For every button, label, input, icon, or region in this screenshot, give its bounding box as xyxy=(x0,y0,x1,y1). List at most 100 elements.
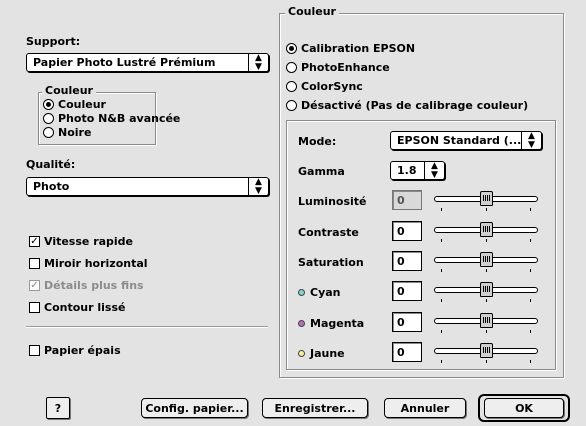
saturation-label: Saturation xyxy=(298,256,364,269)
support-value: Papier Photo Lustré Prémium xyxy=(33,56,216,69)
radio-couleur-label: Couleur xyxy=(58,98,106,111)
check-details-plus-fins: ✓ Détails plus fins xyxy=(29,279,144,292)
slider-tick xyxy=(486,299,487,302)
slider-tick xyxy=(441,269,442,272)
luminosite-label: Luminosité xyxy=(298,195,367,208)
slider-thumb[interactable] xyxy=(480,343,493,358)
radio-on-icon xyxy=(286,43,297,54)
up-down-arrow-icon: ▲ ▼ xyxy=(248,53,268,71)
qualite-popup[interactable]: Photo ▲ ▼ xyxy=(26,177,269,196)
luminosite-slider xyxy=(434,188,538,212)
qualite-label: Qualité: xyxy=(26,158,76,171)
radio-off-icon xyxy=(43,127,54,138)
jaune-label-row: Jaune xyxy=(298,347,345,360)
checkbox-empty-icon xyxy=(29,258,40,269)
radio-calibration-epson-label: Calibration EPSON xyxy=(301,42,416,55)
magenta-field[interactable]: 0 xyxy=(392,312,422,332)
slider-tick xyxy=(441,299,442,302)
config-papier-button[interactable]: Config. papier... xyxy=(141,398,248,418)
luminosite-field: 0 xyxy=(392,190,422,210)
slider-tick xyxy=(530,299,531,302)
radio-desactive[interactable]: Désactivé (Pas de calibrage couleur) xyxy=(286,99,528,112)
radio-photo-nb-label: Photo N&B avancée xyxy=(58,112,181,125)
magenta-dot-icon xyxy=(298,320,305,327)
mode-popup[interactable]: EPSON Standard (... ▲ ▼ xyxy=(390,131,542,150)
gamma-popup[interactable]: 1.8 ▲ ▼ xyxy=(390,161,445,180)
radio-photoenhance-label: PhotoEnhance xyxy=(301,61,390,74)
qualite-value: Photo xyxy=(33,180,70,193)
cyan-label: Cyan xyxy=(310,286,341,299)
slider-tick xyxy=(486,360,487,363)
radio-off-icon xyxy=(286,100,297,111)
check-details-plus-fins-label: Détails plus fins xyxy=(44,279,144,292)
radio-calibration-epson[interactable]: Calibration EPSON xyxy=(286,42,415,55)
saturation-field[interactable]: 0 xyxy=(392,251,422,271)
cyan-slider[interactable] xyxy=(434,279,538,303)
slider-tick xyxy=(441,360,442,363)
support-label: Support: xyxy=(26,35,81,48)
checkbox-empty-icon xyxy=(29,345,40,356)
check-papier-epais-label: Papier épais xyxy=(44,344,121,357)
slider-thumb[interactable] xyxy=(480,313,493,328)
check-miroir-horizontal-label: Miroir horizontal xyxy=(44,257,148,270)
magenta-label: Magenta xyxy=(310,317,365,330)
contraste-slider[interactable] xyxy=(434,219,538,243)
magenta-slider[interactable] xyxy=(434,310,538,334)
ok-button[interactable]: OK xyxy=(484,398,564,418)
contraste-label: Contraste xyxy=(298,226,359,239)
check-vitesse-rapide-label: Vitesse rapide xyxy=(44,235,134,248)
slider-tick xyxy=(530,269,531,272)
jaune-label: Jaune xyxy=(310,347,345,360)
saturation-slider[interactable] xyxy=(434,249,538,273)
slider-tick xyxy=(530,330,531,333)
support-popup[interactable]: Papier Photo Lustré Prémium ▲ ▼ xyxy=(26,53,269,72)
checkmark-icon: ✓ xyxy=(29,236,40,247)
radio-desactive-label: Désactivé (Pas de calibrage couleur) xyxy=(301,99,529,112)
jaune-slider[interactable] xyxy=(434,340,538,364)
color-group-title: Couleur xyxy=(285,5,339,18)
up-down-arrow-icon: ▲ ▼ xyxy=(248,177,268,195)
check-papier-epais[interactable]: Papier épais xyxy=(29,344,121,357)
jaune-field[interactable]: 0 xyxy=(392,342,422,362)
radio-couleur[interactable]: Couleur xyxy=(43,98,106,111)
radio-off-icon xyxy=(286,62,297,73)
radio-noire[interactable]: Noire xyxy=(43,126,91,139)
annuler-button[interactable]: Annuler xyxy=(384,398,466,418)
slider-thumb[interactable] xyxy=(480,282,493,297)
help-button[interactable]: ? xyxy=(46,397,70,419)
radio-colorsync[interactable]: ColorSync xyxy=(286,80,363,93)
radio-on-icon xyxy=(43,99,54,110)
slider-thumb[interactable] xyxy=(480,222,493,237)
slider-tick xyxy=(530,208,531,211)
magenta-label-row: Magenta xyxy=(298,317,364,330)
mode-label: Mode: xyxy=(298,135,337,148)
cyan-label-row: Cyan xyxy=(298,286,341,299)
gamma-value: 1.8 xyxy=(397,164,417,177)
cyan-field[interactable]: 0 xyxy=(392,281,422,301)
check-contour-lisse[interactable]: Contour lissé xyxy=(29,301,125,314)
slider-tick xyxy=(441,239,442,242)
radio-photoenhance[interactable]: PhotoEnhance xyxy=(286,61,390,74)
slider-tick xyxy=(530,360,531,363)
contraste-field[interactable]: 0 xyxy=(392,221,422,241)
radio-off-icon xyxy=(286,81,297,92)
couleur-group-title: Couleur xyxy=(42,84,96,97)
check-vitesse-rapide[interactable]: ✓ Vitesse rapide xyxy=(29,235,133,248)
check-miroir-horizontal[interactable]: Miroir horizontal xyxy=(29,257,148,270)
slider-tick xyxy=(441,208,442,211)
enregistrer-button[interactable]: Enregistrer... xyxy=(262,398,368,418)
up-down-arrow-icon: ▲ ▼ xyxy=(424,161,444,179)
up-down-arrow-icon: ▲ ▼ xyxy=(521,131,541,149)
radio-noire-label: Noire xyxy=(58,126,92,139)
radio-photo-nb[interactable]: Photo N&B avancée xyxy=(43,112,180,125)
mode-value: EPSON Standard (... xyxy=(397,134,522,147)
slider-tick xyxy=(441,330,442,333)
cyan-dot-icon xyxy=(298,289,305,296)
slider-tick xyxy=(486,208,487,211)
divider xyxy=(26,326,268,328)
slider-thumb[interactable] xyxy=(480,252,493,267)
help-icon: ? xyxy=(54,401,62,415)
slider-tick xyxy=(486,269,487,272)
slider-tick xyxy=(486,330,487,333)
checkmark-icon: ✓ xyxy=(29,280,40,291)
